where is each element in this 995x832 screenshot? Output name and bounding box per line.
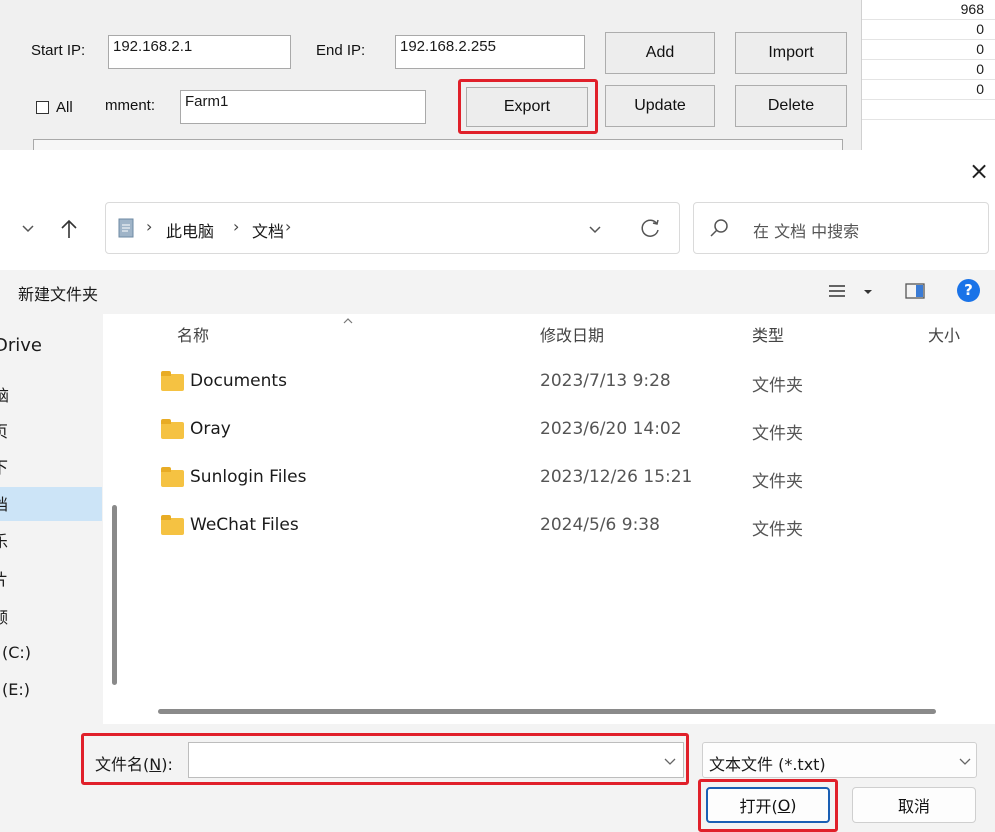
grid-cell: 0 <box>862 40 995 60</box>
nav-scrollbar[interactable] <box>112 505 117 685</box>
nav-item-drive-c[interactable]: (C:) <box>2 643 31 662</box>
sort-ascending-icon <box>341 312 355 324</box>
import-button[interactable]: Import <box>735 32 847 74</box>
breadcrumb-separator: › <box>146 217 153 236</box>
up-arrow-icon[interactable] <box>55 214 83 244</box>
folder-icon <box>161 371 184 391</box>
start-ip-label: Start IP: <box>31 42 86 59</box>
document-icon <box>118 218 134 238</box>
grid-cell: 0 <box>862 20 995 40</box>
folder-icon <box>161 515 184 535</box>
file-name: Documents <box>190 371 287 391</box>
grid-cell: 0 <box>862 60 995 80</box>
refresh-icon[interactable] <box>639 216 663 240</box>
ip-list-header <box>33 139 843 150</box>
nav-item-music[interactable]: 乐 <box>0 528 8 552</box>
open-highlight-box <box>698 779 838 832</box>
grid-cell-empty <box>862 100 995 120</box>
recent-locations-chevron-icon[interactable] <box>17 216 39 240</box>
breadcrumb-separator: › <box>233 217 240 236</box>
delete-button[interactable]: Delete <box>735 85 847 127</box>
file-name: Oray <box>190 419 231 439</box>
file-row[interactable]: Documents 2023/7/13 9:28 文件夹 <box>155 365 995 405</box>
nav-item-onedrive[interactable]: Drive <box>0 335 42 356</box>
grid-cell: 968 <box>862 0 995 20</box>
breadcrumb-separator: › <box>285 217 292 236</box>
grid-cell: 0 <box>862 80 995 100</box>
update-button[interactable]: Update <box>605 85 715 127</box>
preview-pane-icon[interactable] <box>904 281 926 301</box>
background-window-title-strip <box>0 0 860 12</box>
file-type: 文件夹 <box>752 472 803 492</box>
file-name: WeChat Files <box>190 515 299 535</box>
file-modified: 2023/7/13 9:28 <box>540 371 671 391</box>
nav-item-drive-e[interactable]: (E:) <box>2 680 30 699</box>
all-label: All <box>56 99 73 116</box>
column-header-size[interactable]: 大小 <box>928 322 960 346</box>
file-modified: 2023/6/20 14:02 <box>540 419 682 439</box>
file-modified: 2024/5/6 9:38 <box>540 515 660 535</box>
address-bar[interactable]: › 此电脑 › 文档 › <box>105 202 680 254</box>
filename-highlight-box <box>81 733 689 785</box>
breadcrumb-this-pc[interactable]: 此电脑 <box>166 218 214 242</box>
count-grid: 968 0 0 0 0 <box>861 0 995 150</box>
file-row[interactable]: Sunlogin Files 2023/12/26 15:21 文件夹 <box>155 461 995 501</box>
column-header-type[interactable]: 类型 <box>752 322 784 346</box>
end-ip-label: End IP: <box>316 42 366 59</box>
end-ip-input[interactable]: 192.168.2.255 <box>395 35 585 69</box>
view-list-icon[interactable] <box>826 281 848 301</box>
new-folder-button[interactable]: 新建文件夹 <box>18 281 98 305</box>
column-header-modified[interactable]: 修改日期 <box>540 322 604 346</box>
all-checkbox[interactable] <box>36 101 49 114</box>
search-box[interactable]: 在 文档 中搜索 <box>693 202 989 254</box>
file-row[interactable]: Oray 2023/6/20 14:02 文件夹 <box>155 413 995 453</box>
add-button[interactable]: Add <box>605 32 715 74</box>
nav-item-documents[interactable]: 档 <box>0 491 8 515</box>
column-header-name[interactable]: 名称 <box>177 322 209 346</box>
close-icon[interactable]: × <box>966 156 992 186</box>
file-row[interactable]: WeChat Files 2024/5/6 9:38 文件夹 <box>155 509 995 549</box>
filetype-dropdown-icon[interactable] <box>956 751 974 771</box>
horizontal-scrollbar[interactable] <box>158 709 936 714</box>
help-icon[interactable]: ? <box>957 279 980 302</box>
export-highlight-box <box>458 79 598 134</box>
folder-icon <box>161 467 184 487</box>
folder-icon <box>161 419 184 439</box>
nav-item-downloads[interactable]: 下 <box>0 454 8 478</box>
filetype-value: 文本文件 (*.txt) <box>709 755 826 774</box>
file-type: 文件夹 <box>752 376 803 396</box>
nav-item-pictures[interactable]: 片 <box>0 566 8 590</box>
filetype-select[interactable]: 文本文件 (*.txt) <box>702 742 977 778</box>
nav-item-this-pc[interactable]: 脑 <box>0 382 9 406</box>
file-type: 文件夹 <box>752 424 803 444</box>
file-modified: 2023/12/26 15:21 <box>540 467 693 487</box>
address-dropdown-icon[interactable] <box>584 217 606 241</box>
search-placeholder: 在 文档 中搜索 <box>753 222 860 241</box>
file-type: 文件夹 <box>752 520 803 540</box>
nav-items-clip: Drive 脑 页 下 档 乐 片 频 (C:) (E:) <box>0 314 103 724</box>
comment-label: mment: <box>105 97 156 114</box>
nav-item-videos[interactable]: 频 <box>0 604 8 628</box>
search-icon <box>708 218 730 240</box>
breadcrumb-documents[interactable]: 文档 <box>252 218 284 242</box>
start-ip-input[interactable]: 192.168.2.1 <box>108 35 291 69</box>
comment-input[interactable]: Farm1 <box>180 90 426 124</box>
view-dropdown-icon[interactable] <box>861 281 875 301</box>
file-name: Sunlogin Files <box>190 467 307 487</box>
cancel-button[interactable]: 取消 <box>852 787 976 823</box>
nav-item-desktop[interactable]: 页 <box>0 418 8 442</box>
